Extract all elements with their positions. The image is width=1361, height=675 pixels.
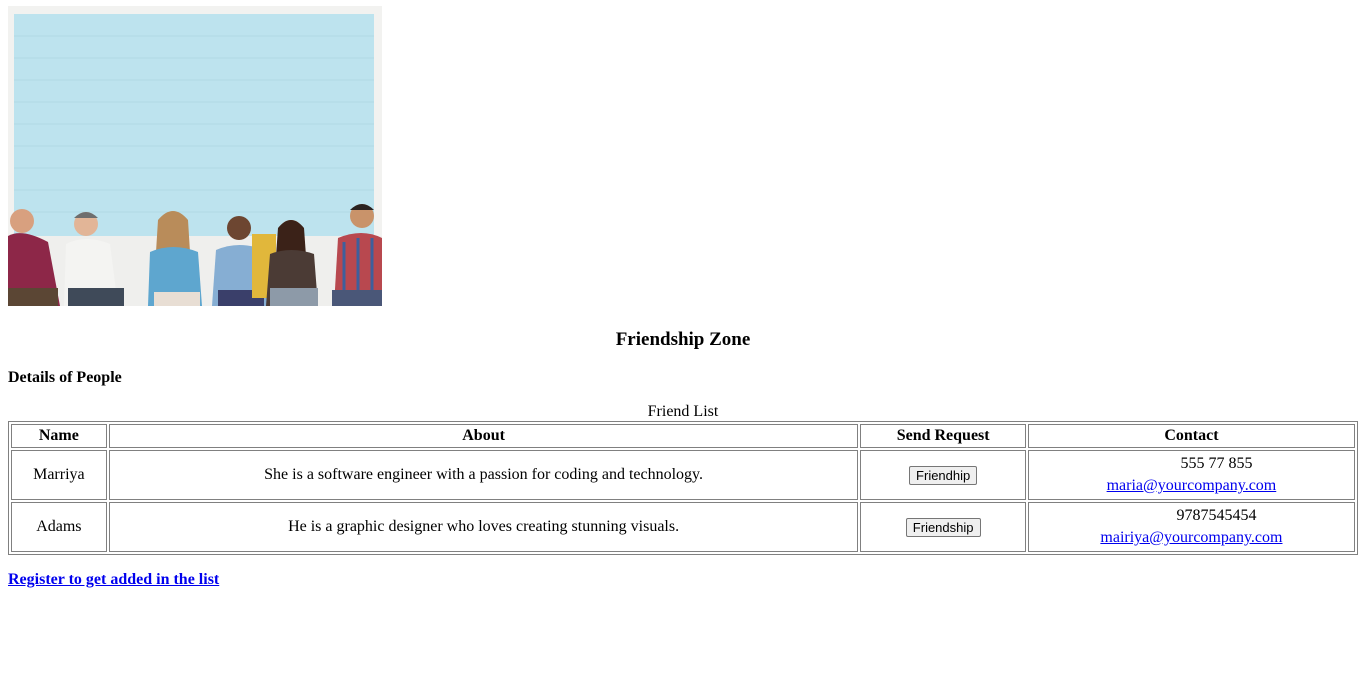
friend-name: Adams [11,502,107,552]
friends-group-photo [8,6,382,306]
header-send-request: Send Request [860,424,1026,448]
friend-about: He is a graphic designer who loves creat… [108,502,859,552]
friend-name: Marriya [11,450,107,500]
table-row: Adams He is a graphic designer who loves… [11,502,1355,552]
send-friend-request-button[interactable]: Friendship [905,517,981,537]
table-row: Marriya She is a software engineer with … [11,450,1355,500]
page-title: Friendship Zone [615,329,751,350]
table-caption: Friend List [647,403,719,420]
friend-list-table: Name About Send Request Contact Marriya … [8,421,1358,555]
contact-cell: 555 77 855 maria@yourcompany.com [1027,450,1355,500]
header-name: Name [11,424,107,448]
phone-number: 555 77 855 [1180,455,1253,472]
header-about: About [108,424,859,448]
phone-number: 9787545454 [1176,507,1257,524]
send-request-cell: Friendhip [860,450,1026,500]
send-request-cell: Friendship [860,502,1026,552]
friend-about: She is a software engineer with a passio… [108,450,859,500]
header-contact: Contact [1027,424,1355,448]
email-link[interactable]: maria@yourcompany.com [1030,475,1353,497]
send-friend-request-button[interactable]: Friendhip [909,465,978,485]
page: Friendship Zone Details of People Friend… [0,0,1361,675]
register-link[interactable]: Register to get added in the list [8,571,219,589]
section-heading: Details of People [8,369,122,386]
contact-cell: 9787545454 mairiya@yourcompany.com [1027,502,1355,552]
email-link[interactable]: mairiya@yourcompany.com [1030,527,1353,549]
table-header-row: Name About Send Request Contact [11,424,1355,448]
